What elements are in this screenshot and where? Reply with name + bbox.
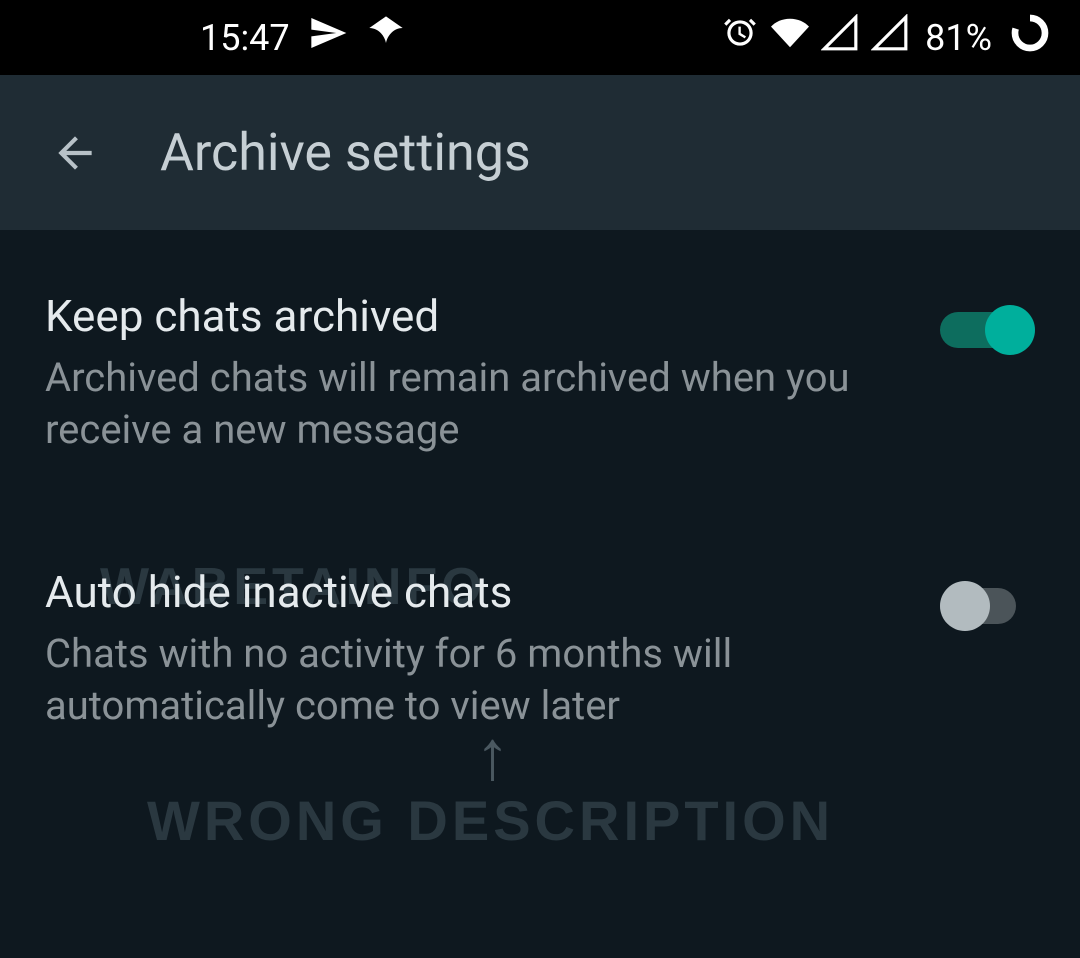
status-right: 81% [721, 13, 1050, 62]
battery-percent: 81% [925, 17, 992, 59]
toggle-auto-hide[interactable] [940, 581, 1035, 631]
setting-text: Auto hide inactive chats Chats with no a… [45, 566, 865, 732]
wifi-icon [771, 14, 809, 61]
status-bar: 15:47 81% [0, 0, 1080, 75]
status-left: 15:47 [200, 13, 406, 62]
status-time: 15:47 [200, 17, 290, 59]
setting-title: Auto hide inactive chats [45, 566, 865, 618]
back-button[interactable] [50, 128, 100, 178]
wifi-badge-icon [366, 13, 406, 62]
signal-icon-2 [871, 14, 909, 61]
send-icon [308, 13, 348, 62]
setting-auto-hide[interactable]: Auto hide inactive chats Chats with no a… [45, 566, 1035, 732]
alarm-icon [721, 14, 759, 61]
app-bar: Archive settings [0, 75, 1080, 230]
toggle-keep-archived[interactable] [940, 305, 1035, 355]
setting-text: Keep chats archived Archived chats will … [45, 290, 865, 456]
settings-content: Keep chats archived Archived chats will … [0, 230, 1080, 902]
signal-icon-1 [821, 14, 859, 61]
setting-title: Keep chats archived [45, 290, 865, 342]
battery-circle-icon [1010, 13, 1050, 62]
toggle-thumb [985, 305, 1035, 355]
page-title: Archive settings [160, 122, 531, 183]
setting-description: Archived chats will remain archived when… [45, 352, 865, 456]
toggle-thumb [940, 581, 990, 631]
setting-keep-archived[interactable]: Keep chats archived Archived chats will … [45, 290, 1035, 456]
setting-description: Chats with no activity for 6 months will… [45, 628, 865, 732]
